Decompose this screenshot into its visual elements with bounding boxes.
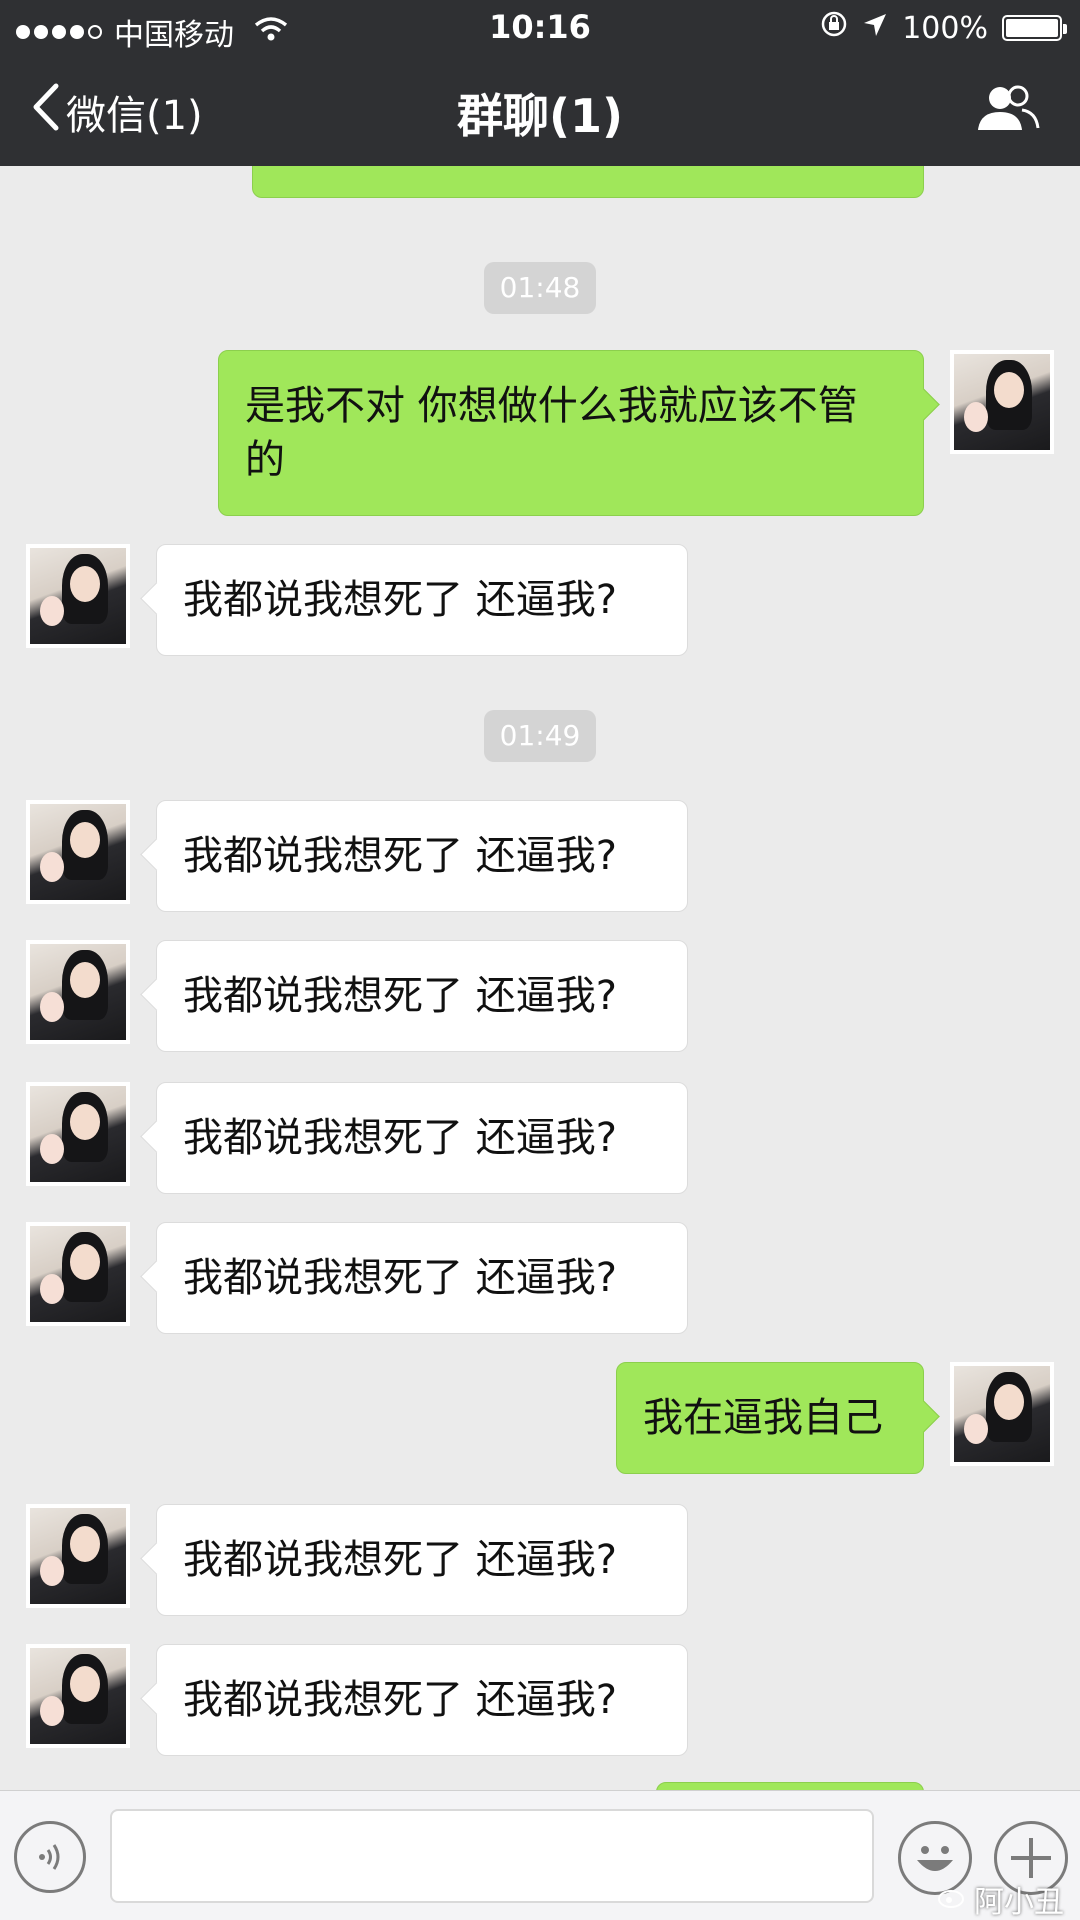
- voice-icon: [39, 1844, 60, 1870]
- location-arrow-icon: [862, 11, 888, 46]
- header: 中国移动 10:16 100% 微信(1) 群聊(1): [0, 0, 1080, 166]
- avatar[interactable]: [26, 1082, 130, 1186]
- message-text: 是我不对 你想做什么我就应该不管的: [245, 383, 858, 483]
- status-bar: 中国移动 10:16 100%: [0, 0, 1080, 54]
- watermark-text: 阿小丑: [974, 1885, 1064, 1920]
- timestamp: 01:48: [484, 262, 596, 314]
- battery-percent: 100%: [902, 10, 988, 46]
- message-text: 我都说我想死了 还逼我?: [183, 1115, 617, 1161]
- message-text: 我在逼我自己: [643, 1395, 883, 1441]
- input-bar: 阿小丑: [0, 1790, 1080, 1920]
- message-text: 我都说我想死了 还逼我?: [183, 1255, 617, 1301]
- message-text: 我都说我想死了 还逼我?: [183, 577, 617, 623]
- watermark: 阿小丑: [938, 1877, 1064, 1920]
- page-title: 群聊(1): [456, 89, 624, 143]
- members-button[interactable]: [976, 84, 1040, 138]
- avatar[interactable]: [26, 940, 130, 1044]
- nav-bar: 微信(1) 群聊(1): [0, 54, 1080, 166]
- message-text: 我都说我想死了 还逼我?: [183, 833, 617, 879]
- battery-icon: [1002, 15, 1067, 41]
- message-input[interactable]: [110, 1809, 874, 1903]
- message-bubble-partial[interactable]: [656, 1782, 924, 1790]
- weibo-icon: [938, 1882, 968, 1917]
- avatar[interactable]: [26, 800, 130, 904]
- avatar[interactable]: [26, 544, 130, 648]
- message-bubble-incoming[interactable]: 我都说我想死了 还逼我?: [156, 1082, 688, 1194]
- chat-area[interactable]: 01:48 是我不对 你想做什么我就应该不管的 我都说我想死了 还逼我? 01:…: [0, 166, 1080, 1790]
- voice-button[interactable]: [14, 1821, 86, 1893]
- timestamp: 01:49: [484, 710, 596, 762]
- message-bubble-outgoing[interactable]: 我在逼我自己: [616, 1362, 924, 1474]
- message-bubble-incoming[interactable]: 我都说我想死了 还逼我?: [156, 1222, 688, 1334]
- message-bubble-incoming[interactable]: 我都说我想死了 还逼我?: [156, 1644, 688, 1756]
- message-bubble-incoming[interactable]: 我都说我想死了 还逼我?: [156, 1504, 688, 1616]
- message-text: 我都说我想死了 还逼我?: [183, 1537, 617, 1583]
- avatar[interactable]: [26, 1504, 130, 1608]
- message-bubble-incoming[interactable]: 我都说我想死了 还逼我?: [156, 544, 688, 656]
- avatar[interactable]: [950, 1362, 1054, 1466]
- members-icon: [978, 85, 1040, 130]
- avatar[interactable]: [26, 1222, 130, 1326]
- avatar[interactable]: [950, 350, 1054, 454]
- lock-rotation-icon: [820, 10, 848, 46]
- avatar[interactable]: [26, 1644, 130, 1748]
- message-bubble-outgoing[interactable]: 是我不对 你想做什么我就应该不管的: [218, 350, 924, 516]
- message-bubble-partial[interactable]: [252, 166, 924, 198]
- message-text: 我都说我想死了 还逼我?: [183, 1677, 617, 1723]
- message-bubble-incoming[interactable]: 我都说我想死了 还逼我?: [156, 800, 688, 912]
- message-bubble-incoming[interactable]: 我都说我想死了 还逼我?: [156, 940, 688, 1052]
- message-text: 我都说我想死了 还逼我?: [183, 973, 617, 1019]
